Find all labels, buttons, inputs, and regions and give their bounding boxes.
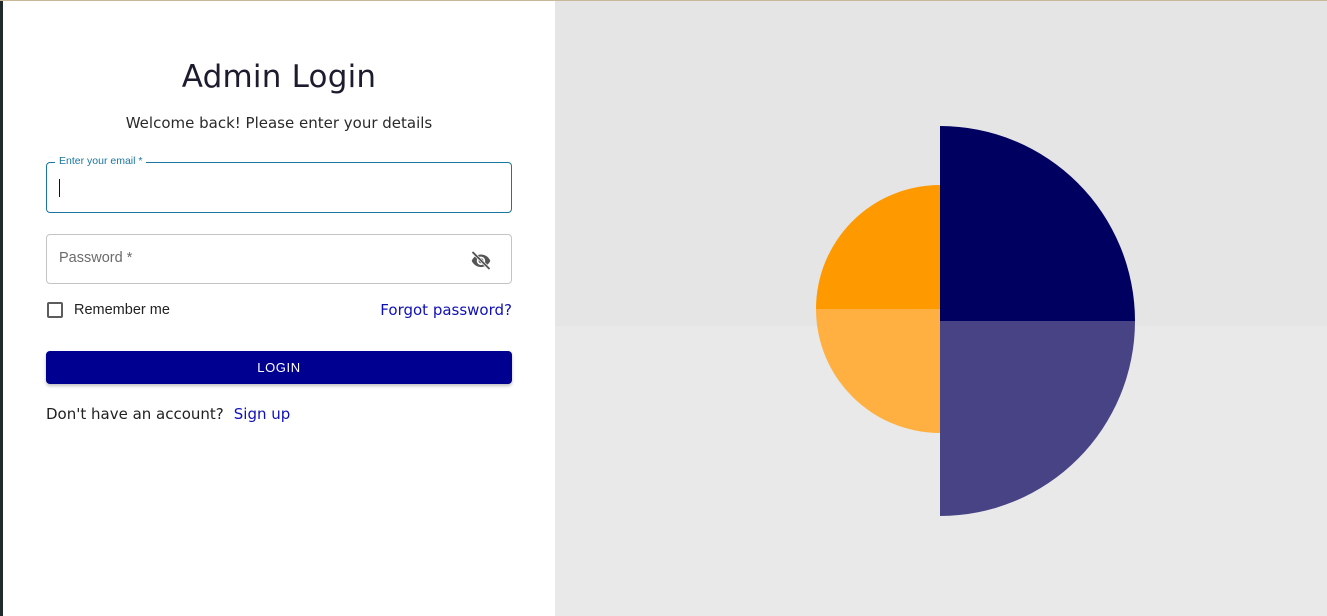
orange-quarter-top <box>816 185 940 309</box>
email-field[interactable]: Enter your email * <box>46 155 512 213</box>
login-button[interactable]: LOGIN <box>46 351 512 384</box>
navy-quarter-bottom <box>940 321 1135 516</box>
text-cursor <box>59 179 60 197</box>
navy-quarter-top <box>940 126 1135 321</box>
login-page: Admin Login Welcome back! Please enter y… <box>0 0 1327 616</box>
password-field[interactable]: Password * <box>46 234 512 284</box>
signup-prompt: Don't have an account? <box>46 405 224 423</box>
remember-checkbox[interactable] <box>47 302 63 318</box>
signup-row: Don't have an account? Sign up <box>46 405 290 427</box>
orange-quarter-bottom <box>816 309 940 433</box>
email-field-label: Enter your email * <box>55 155 147 167</box>
password-placeholder: Password * <box>59 250 133 266</box>
remember-row: Remember me Forgot password? <box>46 300 512 322</box>
eye-off-icon[interactable] <box>469 248 493 272</box>
login-panel: Admin Login Welcome back! Please enter y… <box>3 1 555 616</box>
decorative-illustration <box>816 126 1135 516</box>
illustration-panel <box>555 1 1327 616</box>
forgot-password-link[interactable]: Forgot password? <box>380 301 512 319</box>
page-title: Admin Login <box>181 59 377 95</box>
page-subtitle: Welcome back! Please enter your details <box>125 114 433 132</box>
remember-label[interactable]: Remember me <box>74 302 170 318</box>
signup-link[interactable]: Sign up <box>234 405 291 423</box>
